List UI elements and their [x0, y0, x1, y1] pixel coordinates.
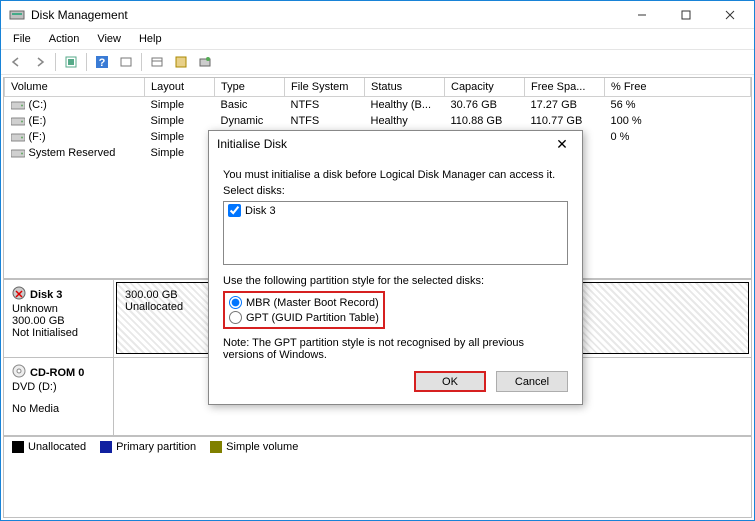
disk-select-list[interactable]: Disk 3 — [223, 201, 568, 265]
ok-button[interactable]: OK — [414, 371, 486, 392]
initialise-disk-dialog: Initialise Disk ✕ You must initialise a … — [208, 130, 583, 405]
toolbar-icon-3[interactable] — [146, 51, 168, 73]
cdrom-icon — [12, 364, 26, 381]
cancel-button[interactable]: Cancel — [496, 371, 568, 392]
partition-style-group: MBR (Master Boot Record) GPT (GUID Parti… — [223, 291, 385, 329]
table-row[interactable]: (E:)SimpleDynamicNTFSHealthy110.88 GB110… — [5, 113, 751, 129]
col-layout[interactable]: Layout — [145, 78, 215, 96]
gpt-note: Note: The GPT partition style is not rec… — [223, 337, 568, 361]
col-free[interactable]: Free Spa... — [525, 78, 605, 96]
disk3-checkbox[interactable] — [228, 204, 241, 217]
toolbar: ? — [1, 49, 754, 75]
menu-file[interactable]: File — [5, 31, 39, 47]
legend: Unallocated Primary partition Simple vol… — [4, 436, 751, 457]
dialog-message: You must initialise a disk before Logica… — [223, 169, 568, 181]
forward-button[interactable] — [29, 51, 51, 73]
menu-action[interactable]: Action — [41, 31, 88, 47]
dialog-close-icon[interactable]: ✕ — [550, 136, 574, 153]
mbr-radio-row[interactable]: MBR (Master Boot Record) — [229, 295, 379, 310]
col-capacity[interactable]: Capacity — [445, 78, 525, 96]
select-disks-label: Select disks: — [223, 185, 568, 197]
toolbar-icon-1[interactable] — [60, 51, 82, 73]
disk-unknown-icon — [12, 286, 26, 303]
toolbar-icon-5[interactable] — [194, 51, 216, 73]
titlebar: Disk Management — [1, 1, 754, 29]
dialog-title: Initialise Disk — [217, 137, 550, 151]
gpt-radio[interactable] — [229, 311, 242, 324]
toolbar-icon-2[interactable] — [115, 51, 137, 73]
col-type[interactable]: Type — [215, 78, 285, 96]
legend-swatch-unallocated — [12, 441, 24, 453]
minimize-button[interactable] — [620, 2, 664, 28]
disk3-label: Disk 3 Unknown 300.00 GB Not Initialised — [4, 280, 114, 357]
cdrom-label: CD-ROM 0 DVD (D:) No Media — [4, 358, 114, 435]
app-icon — [9, 7, 25, 23]
col-pct[interactable]: % Free — [605, 78, 751, 96]
back-button[interactable] — [5, 51, 27, 73]
disk3-checkbox-row[interactable]: Disk 3 — [228, 204, 563, 217]
legend-swatch-primary — [100, 441, 112, 453]
menu-help[interactable]: Help — [131, 31, 170, 47]
maximize-button[interactable] — [664, 2, 708, 28]
legend-swatch-simple — [210, 441, 222, 453]
partition-style-label: Use the following partition style for th… — [223, 275, 568, 287]
col-fs[interactable]: File System — [285, 78, 365, 96]
mbr-radio[interactable] — [229, 296, 242, 309]
svg-text:?: ? — [99, 57, 106, 69]
table-row[interactable]: (C:)SimpleBasicNTFSHealthy (B...30.76 GB… — [5, 96, 751, 113]
menubar: File Action View Help — [1, 29, 754, 49]
close-button[interactable] — [708, 2, 752, 28]
col-status[interactable]: Status — [365, 78, 445, 96]
toolbar-icon-4[interactable] — [170, 51, 192, 73]
col-volume[interactable]: Volume — [5, 78, 145, 96]
window-title: Disk Management — [31, 8, 620, 22]
gpt-radio-row[interactable]: GPT (GUID Partition Table) — [229, 310, 379, 325]
menu-view[interactable]: View — [89, 31, 129, 47]
help-icon[interactable]: ? — [91, 51, 113, 73]
